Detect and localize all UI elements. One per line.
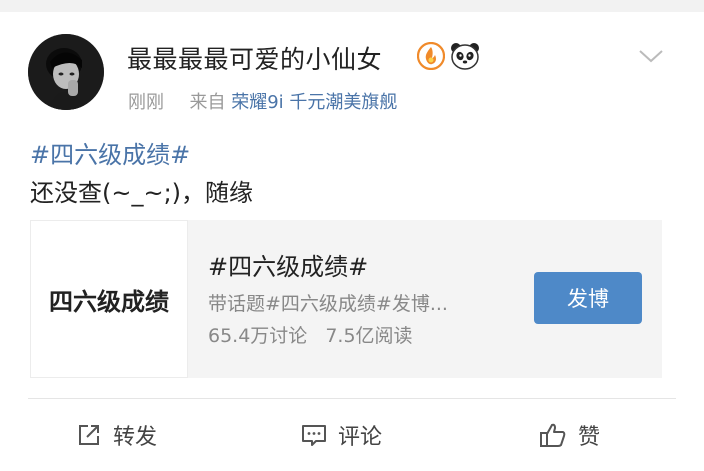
from-label: 来自	[189, 92, 226, 113]
repost-label: 转发	[113, 425, 158, 450]
comment-label: 评论	[338, 425, 383, 450]
topic-stats: 65.4万讨论 7.5亿阅读	[208, 321, 413, 348]
chevron-down-icon[interactable]	[636, 46, 666, 66]
thumbs-up-icon	[540, 423, 566, 447]
topic-thumbnail: 四六级成绩	[30, 220, 188, 378]
fire-badge-icon	[417, 42, 445, 70]
post-time: 刚刚	[128, 92, 164, 113]
avatar-image	[28, 34, 104, 110]
topic-discussions: 65.4万讨论	[208, 325, 308, 347]
post-meta: 刚刚 来自 荣耀9i 千元潮美旗舰	[128, 88, 397, 114]
panda-badge-icon	[451, 43, 479, 70]
avatar[interactable]	[28, 34, 104, 110]
comment-icon	[302, 425, 326, 446]
comment-button[interactable]: 评论	[300, 418, 382, 452]
like-label: 赞	[578, 425, 601, 450]
post-topic-button[interactable]: 发博	[534, 272, 642, 324]
topic-card[interactable]: 四六级成绩 #四六级成绩# 带话题#四六级成绩#发博... 65.4万讨论 7.5…	[30, 220, 662, 378]
topic-title: #四六级成绩#	[208, 253, 369, 281]
like-button[interactable]: 赞	[538, 418, 600, 452]
post-header: 最最最最可爱的小仙女 刚刚 来自 荣耀9i 千元潮美旗舰	[0, 0, 704, 113]
post-text: 还没查(~_~;)，随缘	[30, 179, 254, 207]
topic-tag-link[interactable]: #四六级成绩#	[30, 135, 190, 170]
topic-description: 带话题#四六级成绩#发博...	[208, 293, 448, 315]
repost-button[interactable]: 转发	[75, 418, 157, 452]
divider	[28, 398, 676, 399]
post-source[interactable]: 荣耀9i 千元潮美旗舰	[231, 92, 397, 113]
repost-icon	[79, 425, 99, 445]
topic-thumbnail-text: 四六级成绩	[49, 287, 169, 316]
username[interactable]: 最最最最可爱的小仙女	[127, 40, 382, 76]
topic-reads: 7.5亿阅读	[325, 325, 413, 347]
